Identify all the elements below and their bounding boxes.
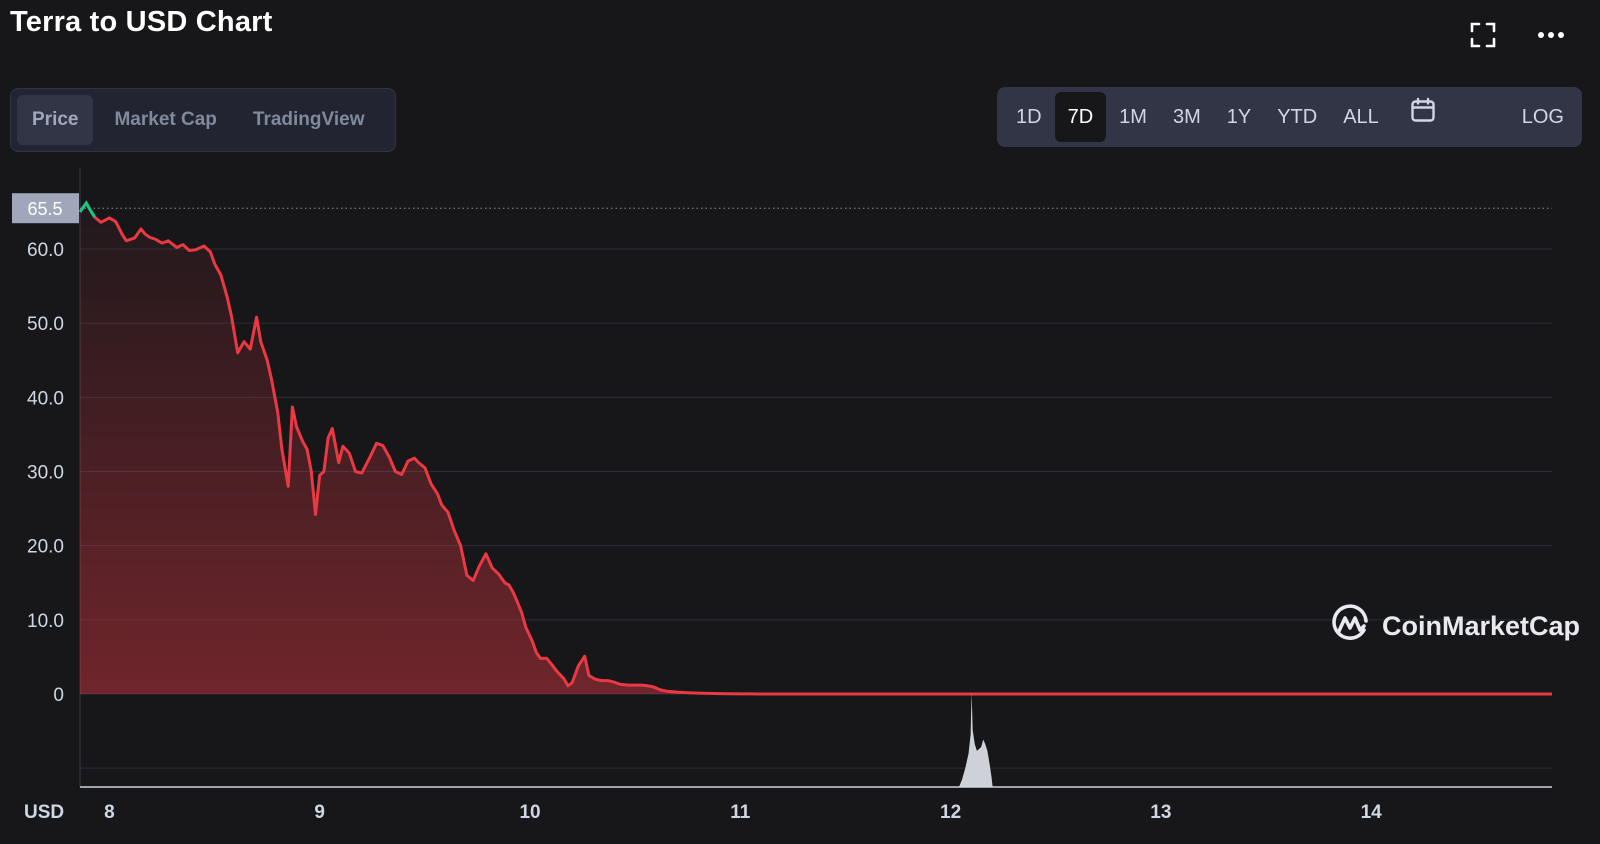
x-tick-label: 13 [1150, 802, 1171, 823]
y-tick-label: 40.0 [27, 388, 64, 409]
y-tick-label: 60.0 [27, 240, 64, 261]
x-tick-label: 11 [730, 802, 751, 823]
currency-label: USD [24, 802, 64, 823]
coinmarketcap-watermark: CoinMarketCap [1330, 604, 1580, 649]
watermark-text: CoinMarketCap [1382, 611, 1581, 641]
x-tick-label: 8 [104, 802, 115, 823]
y-tick-label: 20.0 [27, 537, 64, 558]
price-chart[interactable]: 0 10.0 20.0 30.0 40.0 50.0 60.0 8 9 10 11 12 13 14 USD… [0, 0, 1600, 844]
coinmarketcap-logo-icon [1330, 604, 1370, 649]
x-tick-label: 9 [314, 802, 325, 823]
x-tick-label: 12 [940, 802, 961, 823]
x-tick-label: 14 [1361, 802, 1383, 823]
y-tick-label: 30.0 [27, 463, 64, 484]
x-tick-label: 10 [519, 802, 540, 823]
y-tick-label: 10.0 [27, 611, 64, 632]
volume-bars [959, 692, 993, 787]
current-price-label: 65.5 [27, 199, 62, 219]
y-tick-label: 50.0 [27, 314, 64, 335]
y-tick-label: 0 [53, 685, 64, 706]
